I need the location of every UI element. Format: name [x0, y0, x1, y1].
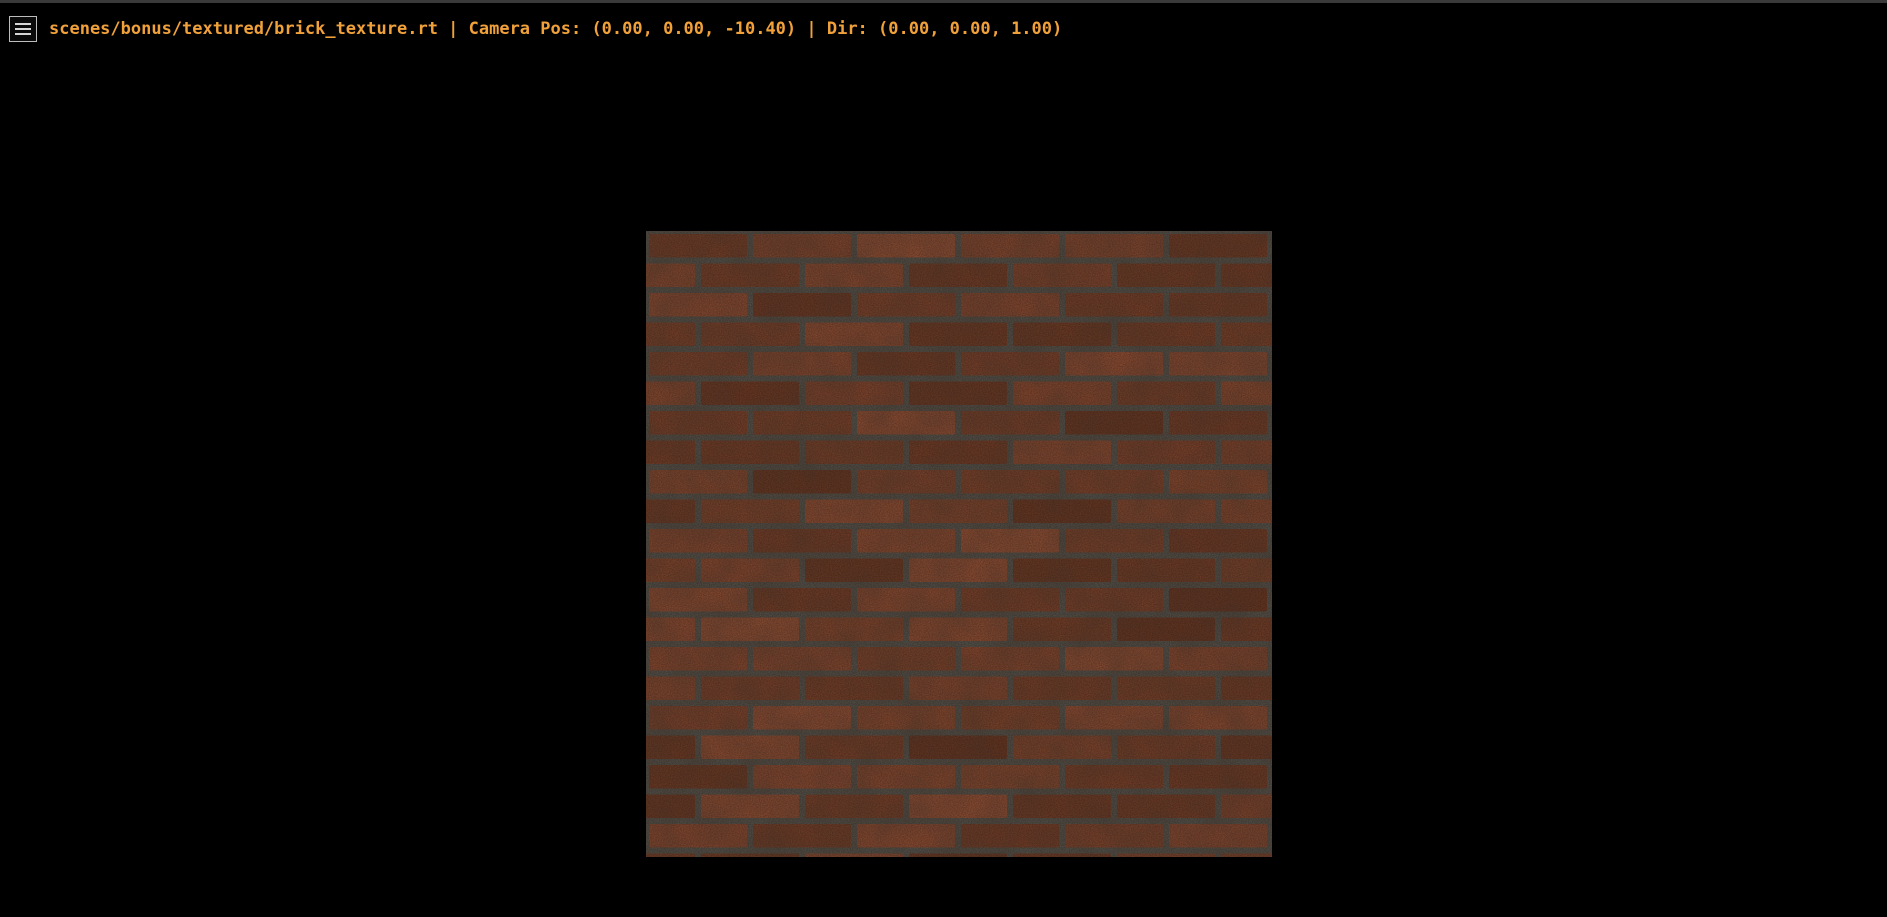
window-top-edge — [0, 0, 1887, 3]
render-viewport[interactable] — [646, 231, 1272, 857]
scene-status-text: scenes/bonus/textured/brick_texture.rt |… — [49, 19, 1063, 39]
menu-button[interactable] — [9, 16, 37, 42]
brick-textured-plane — [646, 231, 1272, 857]
